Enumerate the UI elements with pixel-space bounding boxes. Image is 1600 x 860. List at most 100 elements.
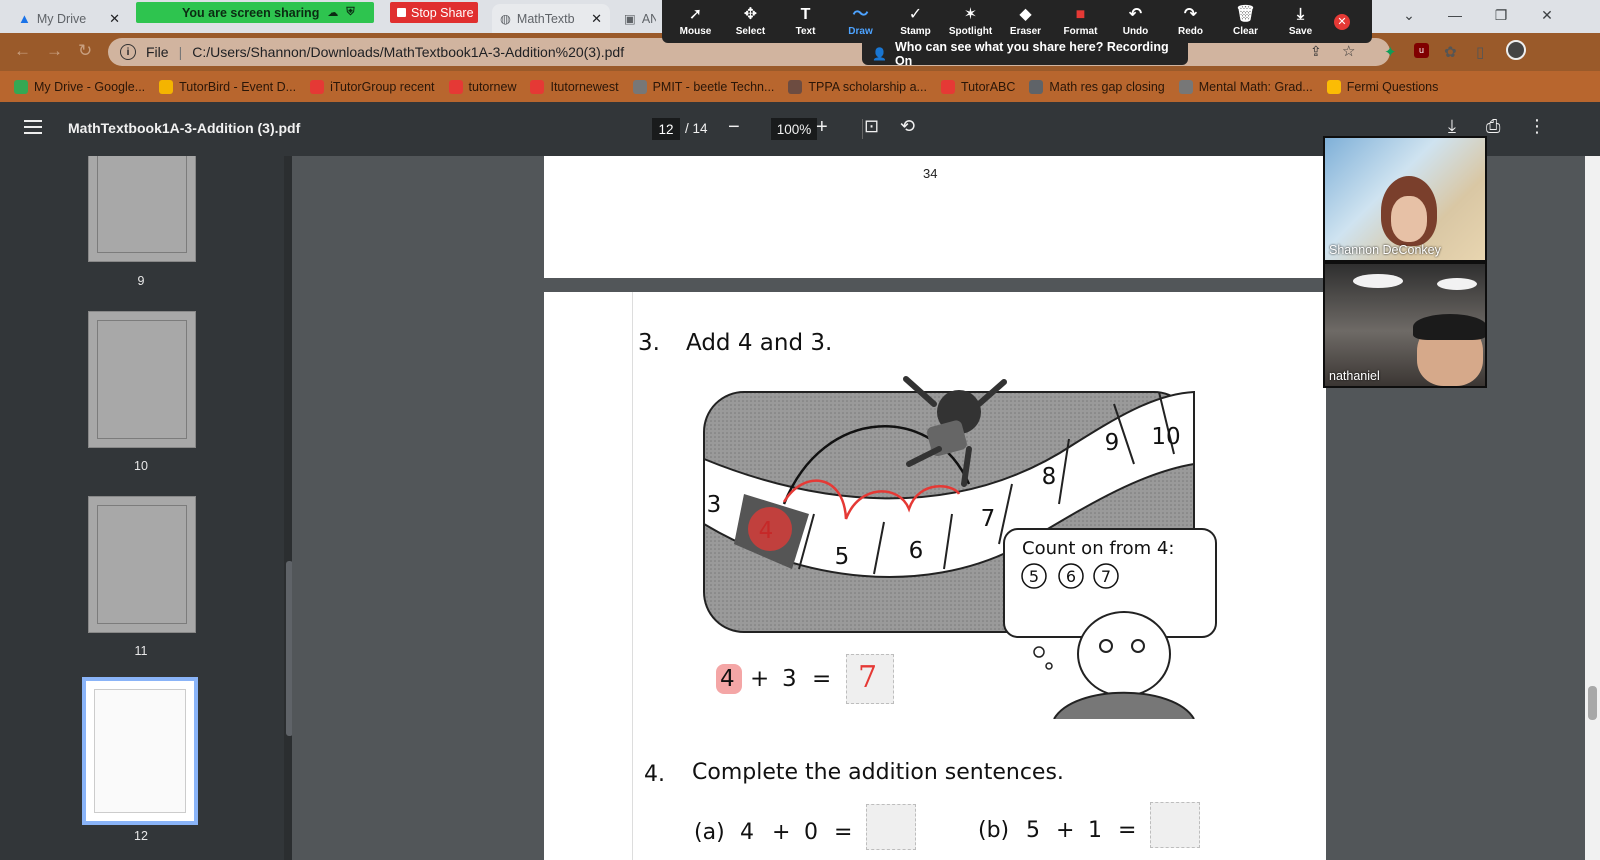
item-label: (b)	[978, 818, 1010, 843]
tab-my-drive[interactable]: ▲ My Drive ✕	[10, 4, 128, 33]
close-toolbar-icon[interactable]: ✕	[1334, 13, 1350, 30]
tab-label: MathTextb	[516, 11, 575, 26]
more-options-icon[interactable]: ⋮	[1528, 116, 1546, 137]
equals-sign: =	[834, 820, 853, 845]
bookmark-label: PMIT - beetle Techn...	[652, 79, 775, 94]
close-tab-icon[interactable]: ✕	[591, 11, 602, 27]
annotation-tool-stamp[interactable]: ✓ Stamp	[888, 0, 943, 43]
bookmark-favicon-icon	[788, 79, 803, 94]
annotation-tool-undo[interactable]: ↶ Undo	[1108, 0, 1163, 43]
download-icon[interactable]: ⤓	[1448, 116, 1456, 137]
bookmark-favicon-icon	[310, 79, 325, 94]
share-icon[interactable]: ⇪	[1310, 43, 1322, 60]
redo-icon: ↷	[1183, 6, 1198, 23]
bookmark-item[interactable]: TutorABC	[940, 79, 1015, 94]
page-number-input[interactable]: 12	[652, 118, 680, 140]
zoom-level-input[interactable]: 100%	[771, 118, 817, 140]
bookmark-item[interactable]: Itutornewest	[530, 79, 619, 94]
bookmark-star-icon[interactable]: ☆	[1342, 42, 1355, 60]
close-window-icon[interactable]: ✕	[1524, 0, 1570, 30]
annotation-tool-mouse[interactable]: ➚ Mouse	[668, 0, 723, 43]
fit-page-icon[interactable]: ⊡	[864, 116, 879, 137]
question-title: Complete the addition sentences.	[692, 760, 1064, 785]
bookmark-label: Fermi Questions	[1346, 79, 1439, 94]
info-icon[interactable]: i	[120, 44, 136, 60]
plus-sign: +	[1056, 818, 1075, 843]
annotation-tool-save[interactable]: ⤓ Save	[1273, 0, 1328, 43]
back-icon[interactable]: ←	[14, 41, 31, 61]
annotation-tool-clear[interactable]: 🗑 Clear	[1218, 0, 1273, 43]
margin-line	[632, 292, 633, 860]
scrollbar-thumb[interactable]	[286, 561, 292, 736]
tool-label: Text	[795, 26, 816, 37]
ublock-icon[interactable]: u	[1414, 43, 1429, 58]
stop-share-button[interactable]: Stop Share	[390, 2, 478, 23]
print-icon[interactable]: ⎙	[1486, 116, 1500, 137]
annotation-tool-format[interactable]: ■ Format	[1053, 0, 1108, 43]
scrollbar-thumb[interactable]	[1588, 686, 1597, 720]
track-number: 7	[981, 506, 996, 532]
zoom-in-icon[interactable]: +	[816, 116, 828, 138]
bookmark-item[interactable]: TPPA scholarship a...	[788, 79, 927, 94]
bookmark-favicon-icon	[632, 79, 647, 94]
thumbnail-page-10[interactable]	[88, 311, 196, 448]
profile-avatar[interactable]	[1506, 40, 1526, 60]
thumbnail-page-11[interactable]	[88, 496, 196, 633]
thumbnail-page-12[interactable]	[82, 677, 198, 825]
video-tile-teacher[interactable]: Shannon DeConkey	[1323, 136, 1487, 262]
bookmark-item[interactable]: iTutorGroup recent	[310, 79, 435, 94]
forward-icon[interactable]: →	[46, 41, 63, 61]
annotation-tool-redo[interactable]: ↷ Redo	[1163, 0, 1218, 43]
tab-mathtextbook[interactable]: ◍ MathTextb ✕	[492, 4, 610, 33]
bookmark-item[interactable]: tutornew	[448, 79, 516, 94]
restore-icon[interactable]: ❐	[1478, 0, 1524, 30]
google-drive-icon: ▲	[18, 11, 31, 26]
track-number: 10	[1151, 424, 1180, 450]
track-number: 9	[1105, 430, 1120, 456]
bookmark-item[interactable]: Fermi Questions	[1326, 79, 1439, 94]
video-tile-student[interactable]: nathaniel	[1323, 262, 1487, 388]
annotation-tool-draw[interactable]: 〜 Draw	[833, 0, 888, 43]
document-scrollbar[interactable]	[1585, 156, 1600, 860]
close-tab-icon[interactable]: ✕	[109, 11, 120, 27]
equals-sign: =	[1118, 818, 1137, 843]
puzzle-icon[interactable]: ✿	[1444, 43, 1457, 61]
tab-search-icon[interactable]: ⌄	[1386, 0, 1432, 30]
sidebar-scrollbar[interactable]	[284, 156, 292, 860]
bookmark-item[interactable]: My Drive - Google...	[14, 79, 145, 94]
annotation-tool-select[interactable]: ✥ Select	[723, 0, 778, 43]
globe-icon: ◍	[500, 12, 511, 26]
zoom-out-icon[interactable]: −	[728, 116, 740, 138]
answer-box[interactable]	[1150, 802, 1200, 848]
reload-icon[interactable]: ↻	[78, 41, 92, 61]
bubble-dot	[1033, 646, 1045, 658]
plus-sign: +	[750, 666, 770, 692]
cloud-icon: ☁	[327, 7, 339, 19]
screen-sharing-indicator[interactable]: You are screen sharing ☁ ⛨	[136, 2, 374, 23]
thumbnail-label: 11	[134, 644, 148, 658]
bookmark-item[interactable]: Math res gap closing	[1029, 79, 1165, 94]
bookmark-item[interactable]: Mental Math: Grad...	[1178, 79, 1313, 94]
thumbnail-label: 12	[134, 829, 148, 843]
rotate-icon[interactable]: ⟲	[900, 116, 915, 137]
thumbnail-page-9[interactable]	[88, 156, 196, 262]
annotation-tool-text[interactable]: T Text	[778, 0, 833, 43]
url-text: C:/Users/Shannon/Downloads/MathTextbook1…	[192, 44, 625, 60]
tool-label: Undo	[1122, 26, 1149, 37]
tab-an[interactable]: ▣ AN	[616, 4, 656, 33]
ceiling-light	[1353, 274, 1403, 288]
bookmark-item[interactable]: PMIT - beetle Techn...	[632, 79, 775, 94]
annotation-tool-spotlight[interactable]: ✶ Spotlight	[943, 0, 998, 43]
recording-notice[interactable]: 👤 Who can see what you share here? Recor…	[862, 40, 1188, 68]
bookmark-item[interactable]: TutorBird - Event D...	[159, 79, 296, 94]
annotation-tool-eraser[interactable]: ◆ Eraser	[998, 0, 1053, 43]
answer-box[interactable]	[866, 804, 916, 850]
minimize-icon[interactable]: —	[1432, 0, 1478, 30]
addend-a: 4	[720, 666, 735, 692]
extension-icon[interactable]: ✦	[1384, 43, 1397, 61]
sidepanel-icon[interactable]: ▯	[1476, 43, 1484, 61]
ceiling-light	[1437, 278, 1477, 290]
annotation-toolbar: ➚ Mouse ✥ Select T Text 〜 Draw ✓ Stamp ✶ Spotlight ◆…	[662, 0, 1372, 43]
menu-icon[interactable]	[24, 120, 42, 134]
bookmark-label: Mental Math: Grad...	[1198, 79, 1313, 94]
